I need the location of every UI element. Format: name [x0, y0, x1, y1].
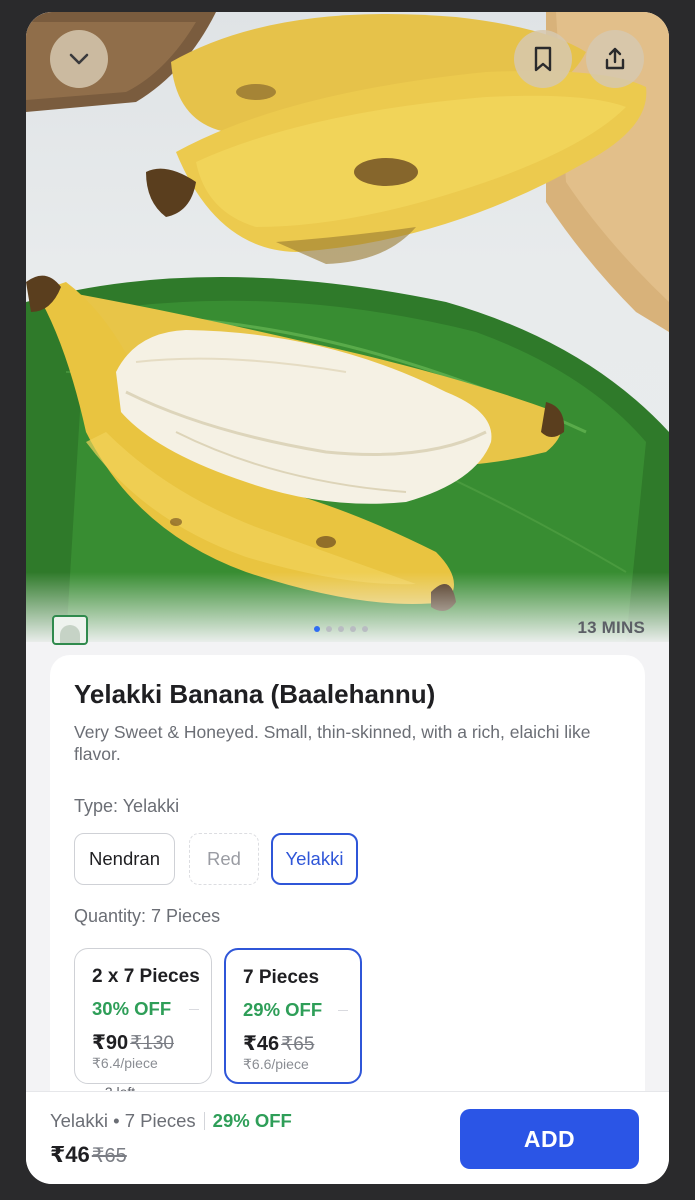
- share-button[interactable]: [586, 30, 644, 88]
- type-option-nendran[interactable]: Nendran: [74, 833, 175, 885]
- add-to-cart-bar: Yelakki • 7 Pieces 29% OFF ₹46 ₹65 ADD: [26, 1091, 669, 1184]
- carousel-dot[interactable]: [338, 626, 344, 632]
- product-title: Yelakki Banana (Baalehannu): [74, 679, 436, 709]
- collapse-button[interactable]: [50, 30, 108, 88]
- quantity-label: Quantity: 7 Pieces: [74, 906, 221, 926]
- carousel-dot[interactable]: [362, 626, 368, 632]
- mrp-price: ₹65: [91, 1145, 127, 1167]
- carousel-dot[interactable]: [314, 626, 320, 632]
- divider: [189, 1009, 199, 1010]
- pack-discount: 29% OFF: [243, 999, 323, 1020]
- pack-option-7[interactable]: 7 Pieces 29% OFF ₹46 ₹65 ₹6.6/piece: [224, 948, 362, 1084]
- carousel-indicator[interactable]: [314, 626, 368, 632]
- divider: [203, 1112, 205, 1130]
- pack-option-2x7[interactable]: 2 x 7 Pieces 30% OFF ₹90 ₹130 ₹6.4/piece: [74, 948, 212, 1084]
- bookmark-button[interactable]: [514, 30, 572, 88]
- delivery-eta: 13 MINS: [577, 618, 645, 637]
- pack-discount: 30% OFF: [92, 998, 172, 1019]
- type-label: Type: Yelakki: [74, 796, 180, 816]
- selection-summary-text: Yelakki • 7 Pieces: [50, 1110, 196, 1131]
- product-details-card: Yelakki Banana (Baalehannu) Very Sweet &…: [50, 655, 645, 1125]
- product-sheet: 13 MINS Yelakki Banana (Baalehannu) Very…: [26, 12, 669, 1184]
- selling-price: ₹46: [50, 1142, 90, 1167]
- pack-mrp: ₹130: [130, 1033, 174, 1054]
- share-icon: [605, 47, 625, 70]
- pack-name: 2 x 7 Pieces: [92, 966, 200, 987]
- pack-unit-price: ₹6.6/piece: [243, 1056, 309, 1072]
- chevron-down-icon: [69, 53, 89, 65]
- product-description: Very Sweet & Honeyed. Small, thin-skinne…: [74, 722, 591, 764]
- add-button[interactable]: ADD: [460, 1109, 639, 1169]
- type-option-red[interactable]: Red: [189, 833, 259, 885]
- selection-summary: Yelakki • 7 Pieces 29% OFF: [50, 1110, 292, 1132]
- pack-unit-price: ₹6.4/piece: [92, 1055, 158, 1071]
- divider: [338, 1010, 348, 1011]
- pack-mrp: ₹65: [281, 1034, 315, 1055]
- pack-selling-price: ₹46: [243, 1033, 280, 1055]
- pack-name: 7 Pieces: [243, 967, 320, 988]
- product-image[interactable]: [26, 12, 669, 642]
- pack-price: ₹90 ₹130: [92, 1030, 174, 1055]
- banana-photo: [26, 12, 669, 642]
- bookmark-icon: [534, 46, 552, 72]
- total-price: ₹46 ₹65: [50, 1142, 127, 1168]
- summary-discount: 29% OFF: [212, 1110, 292, 1131]
- veg-badge-icon: [52, 615, 88, 645]
- pack-selling-price: ₹90: [92, 1032, 129, 1054]
- carousel-dot[interactable]: [350, 626, 356, 632]
- carousel-dot[interactable]: [326, 626, 332, 632]
- type-option-yelakki[interactable]: Yelakki: [271, 833, 358, 885]
- pack-price: ₹46 ₹65: [243, 1031, 314, 1056]
